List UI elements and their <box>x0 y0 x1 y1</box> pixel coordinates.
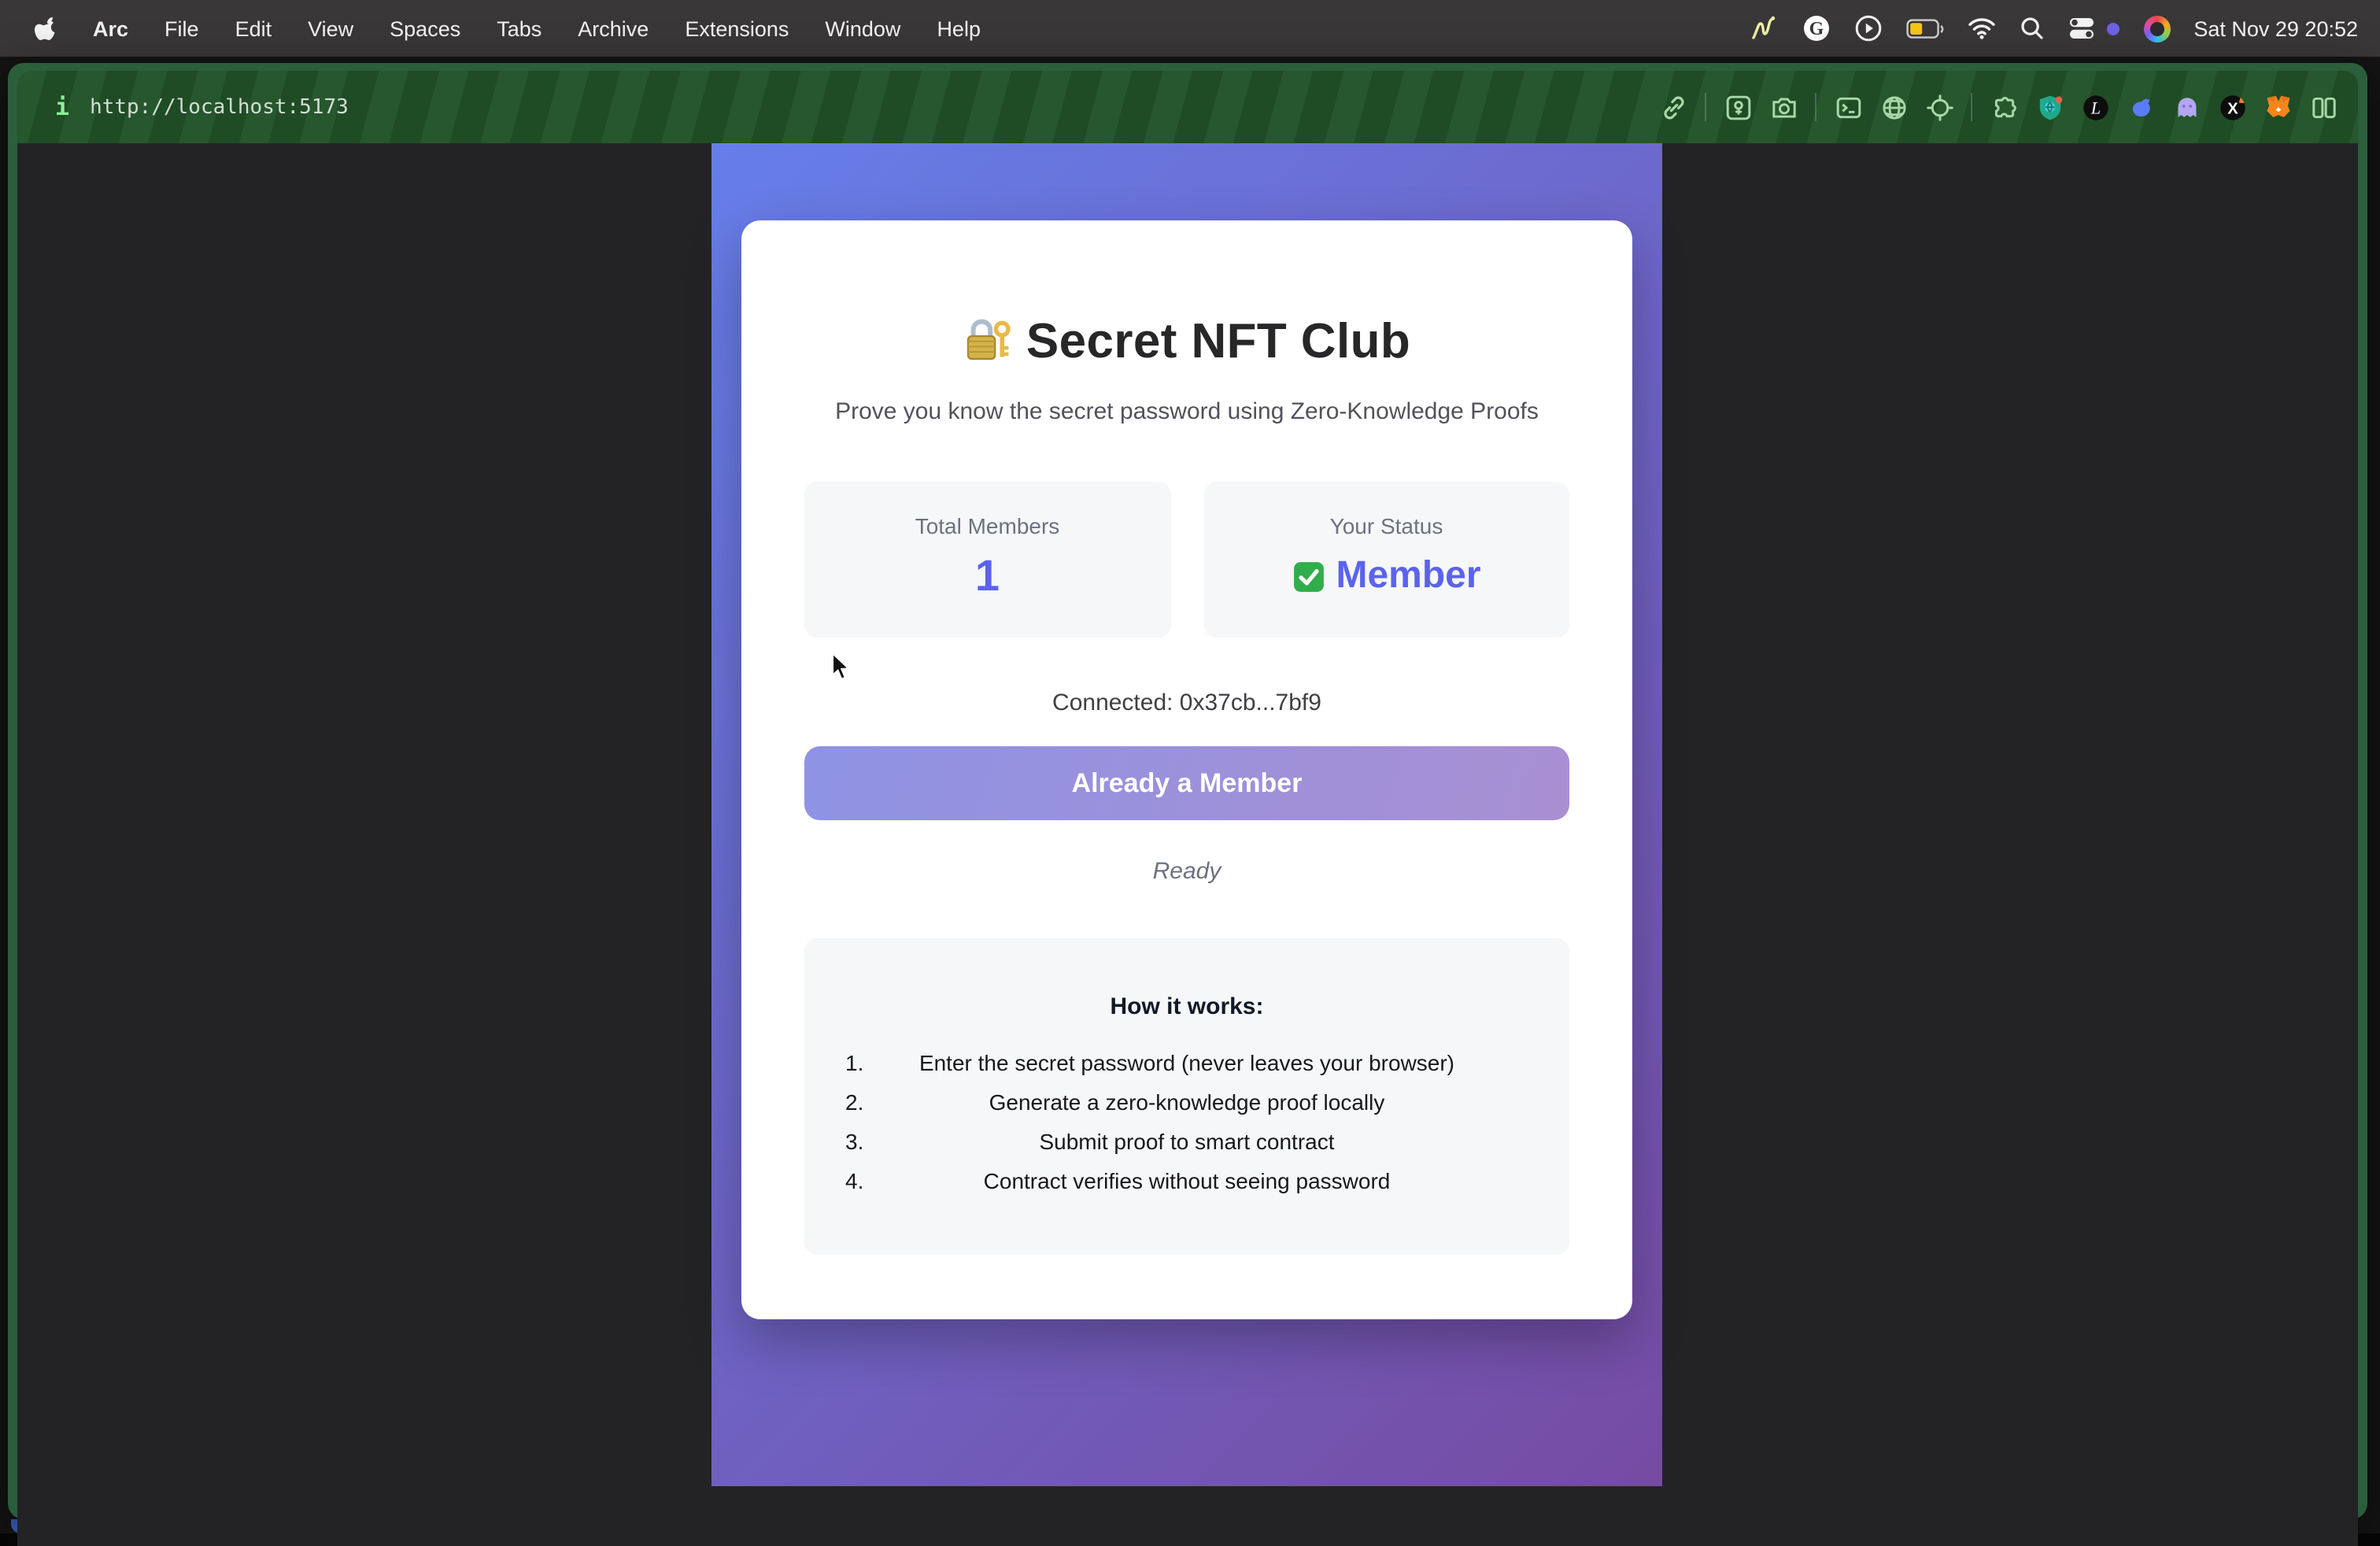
browser-viewport: Secret NFT Club Prove you know the secre… <box>17 143 2358 1546</box>
rainbow-ring-icon[interactable] <box>2143 15 2170 42</box>
stocks-squiggle-icon[interactable] <box>1750 14 1778 43</box>
status-text: Ready <box>804 858 1569 886</box>
your-status-label: Your Status <box>1203 513 1569 540</box>
toolbar-divider <box>1815 93 1816 121</box>
terminal-icon[interactable] <box>1834 93 1862 121</box>
menu-spaces[interactable]: Spaces <box>390 17 460 40</box>
phantom-ghost-icon[interactable] <box>2172 93 2201 121</box>
your-status-box: Your Status Member <box>1203 482 1569 638</box>
svg-text:G: G <box>1809 19 1824 39</box>
macos-menu-bar: Arc File Edit View Spaces Tabs Archive E… <box>0 0 2380 57</box>
connected-address: Connected: 0x37cb...7bf9 <box>804 690 1569 718</box>
menu-archive[interactable]: Archive <box>578 17 649 40</box>
menu-window[interactable]: Window <box>825 17 900 40</box>
site-info-icon[interactable]: i <box>55 93 69 121</box>
camera-icon[interactable] <box>1769 93 1798 121</box>
step-number: 1. <box>845 1044 863 1083</box>
list-item: 3. Submit proof to smart contract <box>804 1123 1569 1162</box>
search-icon[interactable] <box>2019 16 2044 41</box>
menu-extensions[interactable]: Extensions <box>685 17 789 40</box>
page-subtitle: Prove you know the secret password using… <box>804 398 1569 427</box>
page-background-gradient: Secret NFT Club Prove you know the secre… <box>711 143 1662 1486</box>
how-it-works-box: How it works: 1. Enter the secret passwo… <box>804 938 1569 1255</box>
already-a-member-button[interactable]: Already a Member <box>804 746 1569 820</box>
menu-edit[interactable]: Edit <box>235 17 272 40</box>
link-icon[interactable] <box>1659 93 1687 121</box>
member-text: Member <box>1336 553 1480 600</box>
screen: 0 zk-proofs-on-rootstock-with-noir 0 2 L… <box>0 0 2380 1546</box>
your-status-value: Member <box>1203 553 1569 600</box>
arc-browser-window: i http://localhost:5173 <box>8 63 2367 1519</box>
step-text: Contract verifies without seeing passwor… <box>984 1168 1391 1193</box>
check-mark-icon <box>1292 560 1325 593</box>
how-it-works-list: 1. Enter the secret password (never leav… <box>804 1044 1569 1201</box>
menu-app-name[interactable]: Arc <box>93 17 128 40</box>
menu-clock[interactable]: Sat Nov 29 20:52 <box>2193 17 2358 40</box>
toolbar-divider <box>1971 93 1972 121</box>
step-number: 3. <box>845 1123 863 1162</box>
globe-icon[interactable] <box>1879 93 1908 121</box>
play-circle-icon[interactable] <box>1853 14 1882 43</box>
secret-nft-club-card: Secret NFT Club Prove you know the secre… <box>741 220 1632 1319</box>
step-number: 4. <box>845 1162 863 1201</box>
notification-dot <box>2105 21 2119 35</box>
battery-icon[interactable] <box>1905 18 1943 39</box>
menu-file[interactable]: File <box>164 17 199 40</box>
grammarly-icon[interactable]: G <box>1802 14 1830 43</box>
apple-logo-icon[interactable] <box>35 15 57 42</box>
page-title-row: Secret NFT Club <box>804 312 1569 372</box>
target-icon[interactable] <box>1925 93 1953 121</box>
step-text: Generate a zero-knowledge proof locally <box>989 1089 1385 1115</box>
puzzle-extension-icon[interactable] <box>1990 93 2018 121</box>
total-members-label: Total Members <box>804 513 1170 540</box>
stats-row: Total Members 1 Your Status Member <box>804 482 1569 638</box>
url-bar[interactable]: http://localhost:5173 <box>90 95 349 119</box>
total-members-box: Total Members 1 <box>804 482 1170 638</box>
list-item: 4. Contract verifies without seeing pass… <box>804 1162 1569 1201</box>
menu-view[interactable]: View <box>308 17 353 40</box>
svg-text:L: L <box>2090 98 2100 117</box>
control-center-icon[interactable] <box>2068 16 2096 41</box>
rabbit-extension-icon[interactable] <box>2127 93 2155 121</box>
lock-key-icon <box>963 316 1011 367</box>
svg-text:X: X <box>2227 99 2238 117</box>
page-title: Secret NFT Club <box>1026 312 1410 372</box>
step-text: Submit proof to smart contract <box>1039 1129 1334 1154</box>
list-item: 2. Generate a zero-knowledge proof local… <box>804 1083 1569 1123</box>
step-number: 2. <box>845 1083 863 1123</box>
menu-tabs[interactable]: Tabs <box>497 17 541 40</box>
total-members-value: 1 <box>804 553 1170 600</box>
script-l-extension-icon[interactable]: L <box>2081 93 2109 121</box>
mouse-cursor <box>831 652 858 690</box>
shield-adblock-icon[interactable] <box>2035 93 2064 121</box>
picture-capture-icon[interactable] <box>1724 93 1752 121</box>
toolbar-divider <box>1705 93 1706 121</box>
x-app-icon[interactable]: X <box>2218 93 2246 121</box>
menu-help[interactable]: Help <box>937 17 981 40</box>
wifi-icon[interactable] <box>1967 17 1995 39</box>
list-item: 1. Enter the secret password (never leav… <box>804 1044 1569 1083</box>
how-it-works-heading: How it works: <box>804 993 1569 1022</box>
split-view-icon[interactable] <box>2309 93 2338 121</box>
step-text: Enter the secret password (never leaves … <box>919 1050 1454 1075</box>
browser-toolbar: i http://localhost:5173 <box>17 71 2358 143</box>
metamask-fox-icon[interactable] <box>2264 93 2292 121</box>
